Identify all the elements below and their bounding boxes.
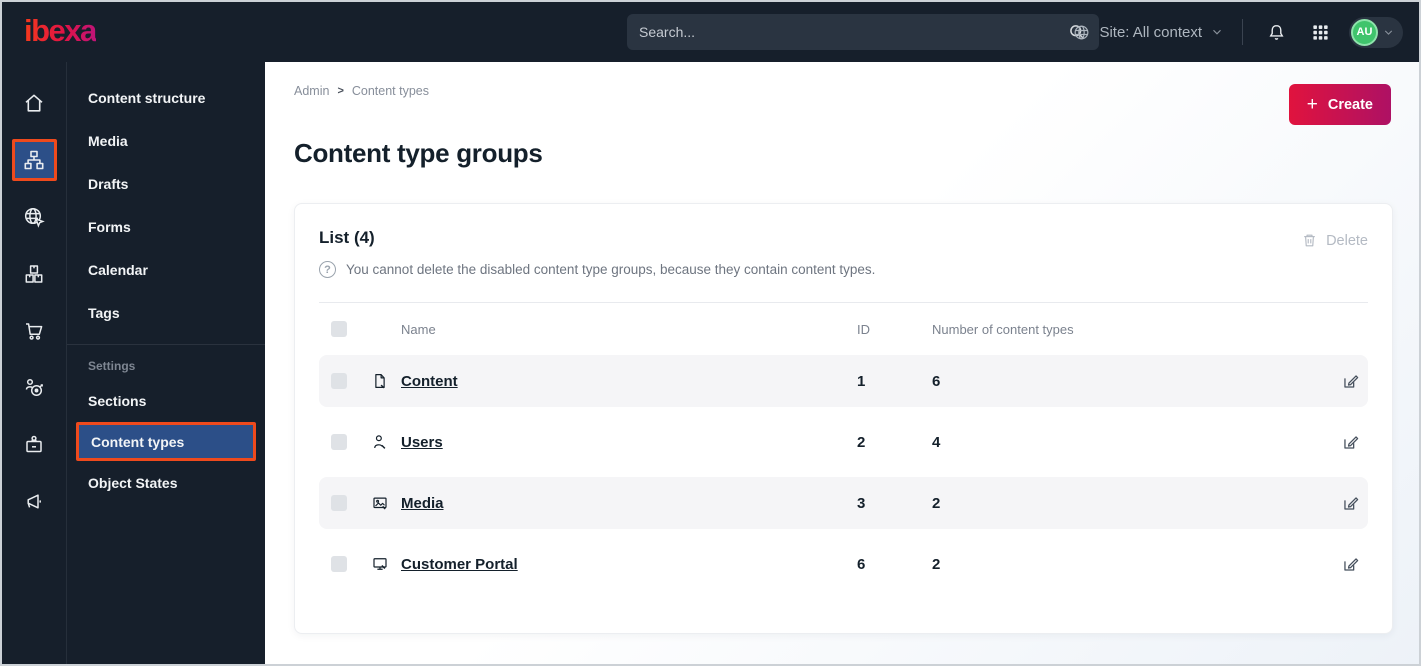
row-checkbox[interactable]: [331, 495, 347, 511]
site-context-selector[interactable]: Site: All context: [1072, 23, 1224, 42]
sidebar-item-content-types[interactable]: Content types: [76, 422, 256, 461]
sidebar-item-calendar[interactable]: Calendar: [67, 248, 265, 291]
chevron-down-icon: [1382, 26, 1395, 39]
sidebar-item-content-structure[interactable]: Content structure: [67, 76, 265, 119]
cart-icon: [22, 319, 46, 343]
rail-item-site[interactable]: [12, 196, 57, 238]
user-menu[interactable]: AU: [1349, 16, 1403, 48]
site-context-label: Site: All context: [1099, 23, 1202, 41]
table-row: Users 2 4: [319, 416, 1368, 468]
table-row: Media 3 2: [319, 477, 1368, 529]
rail-item-content[interactable]: [11, 139, 57, 181]
globe-icon: [1072, 23, 1091, 42]
breadcrumb-separator: >: [337, 85, 344, 97]
create-button[interactable]: + Create: [1288, 84, 1391, 125]
column-header-id: ID: [857, 321, 870, 337]
table-row: Customer Portal 6 2: [319, 538, 1368, 590]
ibexa-logo: ibexa: [24, 13, 97, 48]
list-count-title: List (4): [319, 228, 375, 247]
megaphone-icon: [22, 490, 46, 514]
info-message: ? You cannot delete the disabled content…: [319, 261, 1368, 278]
edit-group-button[interactable]: [1332, 494, 1368, 513]
help-icon: ?: [319, 261, 336, 278]
select-all-checkbox[interactable]: [331, 321, 347, 337]
rail-item-campaign[interactable]: [12, 481, 57, 523]
page-title: Content type groups: [294, 138, 543, 168]
rail-item-personalization[interactable]: [12, 367, 57, 409]
app-grid-icon: [1311, 23, 1330, 42]
breadcrumb-admin[interactable]: Admin: [294, 84, 329, 98]
monitor-edit-icon: [371, 555, 401, 573]
rail-item-admin[interactable]: [12, 424, 57, 466]
file-edit-icon: [371, 372, 401, 390]
create-button-label: Create: [1327, 96, 1373, 113]
home-icon: [22, 91, 46, 115]
breadcrumb-content-types: Content types: [351, 84, 430, 98]
table-header: Name ID Number of content types: [319, 303, 1368, 355]
content-type-groups-card: List (4) Delete ? You cannot delete the …: [294, 203, 1393, 634]
chevron-down-icon: [1210, 25, 1224, 39]
app-launcher-button[interactable]: [1305, 17, 1335, 47]
group-id: 6: [857, 555, 866, 573]
sidebar-item-object-states[interactable]: Object States: [67, 461, 265, 504]
delete-button-label: Delete: [1326, 232, 1368, 249]
group-link-media[interactable]: Media: [401, 495, 444, 512]
sidebar-item-media[interactable]: Media: [67, 119, 265, 162]
group-count: 2: [932, 494, 941, 512]
sidebar-menu: Content structure Media Drafts Forms Cal…: [67, 62, 265, 664]
info-text: You cannot delete the disabled content t…: [346, 262, 876, 277]
sitemap-icon: [22, 148, 46, 172]
topbar-divider: [1242, 19, 1243, 45]
image-edit-icon: [371, 494, 401, 512]
badge-icon: [22, 433, 46, 457]
avatar: AU: [1351, 18, 1378, 46]
rail-item-commerce[interactable]: [12, 310, 57, 352]
user-edit-icon: [371, 433, 401, 451]
group-id: 1: [857, 372, 866, 390]
group-id: 2: [857, 433, 866, 451]
app-window: ibexa Site: All context: [0, 0, 1421, 666]
sidebar-item-tags[interactable]: Tags: [67, 291, 265, 334]
group-link-users[interactable]: Users: [401, 434, 443, 451]
bell-icon: [1266, 22, 1287, 43]
globe-pointer-icon: [22, 205, 46, 229]
boxes-icon: [22, 262, 46, 286]
menu-divider: [67, 344, 265, 345]
global-search[interactable]: [627, 14, 1099, 50]
rail-item-product-catalog[interactable]: [12, 253, 57, 295]
sidebar-section-settings: Settings: [88, 359, 136, 373]
row-checkbox[interactable]: [331, 434, 347, 450]
column-header-name: Name: [401, 321, 436, 337]
person-target-icon: [22, 376, 46, 400]
group-link-customer-portal[interactable]: Customer Portal: [401, 556, 518, 573]
rail-item-dashboard[interactable]: [12, 82, 57, 124]
row-checkbox[interactable]: [331, 373, 347, 389]
edit-group-button[interactable]: [1332, 372, 1368, 391]
sidebar-item-forms[interactable]: Forms: [67, 205, 265, 248]
sidebar-item-sections[interactable]: Sections: [67, 379, 265, 422]
plus-icon: +: [1306, 94, 1318, 115]
table-row: Content 1 6: [319, 355, 1368, 407]
group-count: 4: [932, 433, 941, 451]
notifications-button[interactable]: [1261, 17, 1291, 47]
group-count: 2: [932, 555, 941, 573]
edit-group-button[interactable]: [1332, 555, 1368, 574]
sidebar-item-drafts[interactable]: Drafts: [67, 162, 265, 205]
top-bar: ibexa Site: All context: [2, 2, 1419, 62]
group-count: 6: [932, 372, 941, 390]
topbar-right-cluster: Site: All context AU: [1072, 2, 1403, 62]
column-header-count: Number of content types: [932, 321, 1074, 337]
icon-rail: [2, 62, 67, 664]
row-checkbox[interactable]: [331, 556, 347, 572]
group-id: 3: [857, 494, 866, 512]
group-link-content[interactable]: Content: [401, 373, 458, 390]
breadcrumb: Admin > Content types: [294, 84, 429, 98]
trash-icon: [1301, 232, 1318, 249]
delete-button[interactable]: Delete: [1301, 232, 1368, 249]
search-input[interactable]: [639, 24, 1067, 40]
main-content: Admin > Content types + Create Content t…: [265, 62, 1419, 664]
edit-group-button[interactable]: [1332, 433, 1368, 452]
